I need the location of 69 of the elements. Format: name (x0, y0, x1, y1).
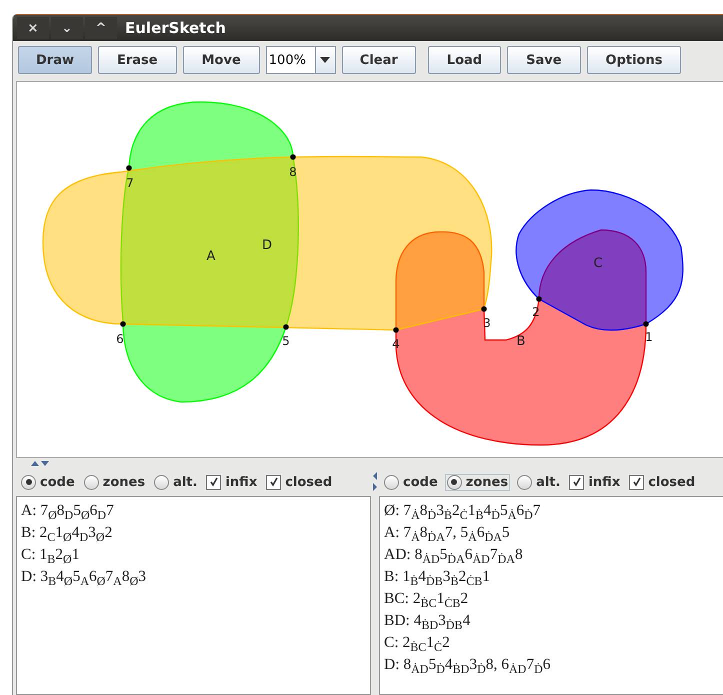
radio-icon[interactable] (446, 474, 462, 490)
point-marker[interactable] (536, 296, 542, 302)
checkbox-option[interactable]: closed (264, 474, 334, 490)
code-text-area[interactable] (379, 496, 723, 695)
checkbox-option[interactable]: infix (204, 474, 260, 490)
point-marker[interactable] (283, 324, 289, 330)
radio-option[interactable]: zones (444, 474, 510, 490)
point-marker[interactable] (120, 321, 126, 327)
toolbar-button[interactable]: Save (507, 46, 581, 74)
window-title: EulerSketch (125, 19, 226, 37)
code-line: BD: 4$_{ḂD}$3$_{ḊB}$4 (384, 611, 472, 632)
checkbox-option[interactable]: closed (627, 474, 698, 490)
toolbar-button[interactable]: Options (586, 46, 682, 74)
radio-option[interactable]: alt. (152, 474, 200, 490)
splitter-arrows-icon[interactable] (31, 460, 51, 466)
radio-option[interactable]: code (19, 474, 77, 490)
checkbox-icon[interactable] (206, 474, 222, 490)
zoom-combo[interactable]: 100% (266, 46, 336, 74)
radio-icon[interactable] (384, 474, 399, 490)
point-label: 2 (532, 305, 540, 319)
window-control-button[interactable]: ^ (85, 17, 117, 39)
toolbar-button[interactable]: Clear (342, 46, 416, 74)
code-line: Ø: 7$_{Ȧ}$8$_{Ḋ}$3$_{Ḃ}$2$_{Ċ}$1$_{Ḃ}$4$_{Ḋ}$5$_{Ȧ}$6$_{Ḋ}$7 (384, 501, 542, 522)
point-marker[interactable] (126, 165, 132, 171)
point-label: 8 (289, 165, 297, 179)
code-line: AD: 8$_{ȦD}$5$_{ḊA}$6$_{ȦD}$7$_{ḊA}$8 (384, 545, 524, 566)
code-line: A: 7$_{Ø}$8$_{D}$5$_{Ø}$6$_{D}$7 (21, 501, 115, 522)
tool-button[interactable]: Move (182, 46, 260, 74)
point-marker[interactable] (481, 306, 487, 312)
curve-label: A (206, 249, 216, 264)
radio-icon[interactable] (84, 474, 99, 490)
curve-label: D (262, 238, 272, 253)
tool-button[interactable]: Draw (18, 46, 92, 74)
radio-icon[interactable] (154, 474, 170, 490)
toolbar-button[interactable]: Load (428, 46, 502, 74)
point-marker[interactable] (393, 327, 399, 333)
radio-icon[interactable] (517, 474, 532, 490)
code-line: BC: 2$_{ḂC}$1$_{ĊB}$2 (384, 589, 470, 610)
curve-region[interactable] (516, 189, 684, 331)
curve-label: B (516, 334, 526, 349)
radio-option[interactable]: code (382, 474, 440, 490)
caret-icon[interactable] (314, 47, 335, 73)
radio-option[interactable]: zones (82, 474, 148, 490)
point-label: 6 (116, 332, 124, 346)
splitter-arrows-icon[interactable] (372, 472, 378, 492)
checkbox-icon[interactable] (569, 474, 584, 490)
radio-icon[interactable] (21, 474, 36, 490)
point-label: 7 (126, 176, 134, 190)
code-line: B: 2$_{C}$1$_{Ø}$4$_{D}$3$_{Ø}$2 (21, 523, 114, 544)
window-control-button[interactable]: ⌄ (51, 17, 83, 39)
code-line: D: 3$_{B}$4$_{Ø}$5$_{A}$6$_{Ø}$7$_{A}$8$_{Ø}$3 (21, 567, 147, 588)
code-line: A: 7$_{Ȧ}$8$_{ḊA}$7, 5$_{Ȧ}$6$_{ḊA}$5 (384, 523, 511, 544)
checkbox-option[interactable]: infix (567, 474, 622, 490)
checkbox-icon[interactable] (266, 474, 282, 490)
window-control-button[interactable]: × (17, 17, 49, 39)
code-line: C: 1$_{B}$2$_{Ø}$1 (21, 545, 80, 566)
code-line: C: 2$_{ḂC}$1$_{Ċ}$2 (384, 633, 451, 654)
code-line: D: 8$_{ȦD}$5$_{Ḋ}$4$_{ḂD}$3$_{Ḋ}$8, 6$_{ȦD}$7$_{Ḋ}$6 (384, 655, 552, 676)
code-text-area[interactable]: A: 7$_{Ø}$8$_{D}$5$_{Ø}$6$_{D}$7 B: 2$_{C}$1$_{Ø}$4$_{D}$3$_{Ø}$2 C: 1$_{B}$2$_{Ø}$1 D: 3$_{B}$4$_{Ø}$5$_{A}$6$_{Ø}$7$_{A}$8$_{Ø}$3 (16, 496, 371, 695)
point-marker[interactable] (643, 321, 649, 327)
checkbox-icon[interactable] (629, 474, 644, 490)
point-label: 1 (645, 330, 653, 344)
tool-button[interactable]: Erase (98, 46, 177, 74)
point-marker[interactable] (290, 154, 296, 160)
radio-option[interactable]: alt. (515, 474, 562, 490)
code-line: B: 1$_{Ḃ}$4$_{ḊB}$3$_{Ḃ}$2$_{ĊB}$1 (384, 567, 491, 588)
point-label: 4 (392, 337, 400, 351)
point-label: 5 (282, 334, 290, 348)
curve-label: C (593, 256, 603, 271)
